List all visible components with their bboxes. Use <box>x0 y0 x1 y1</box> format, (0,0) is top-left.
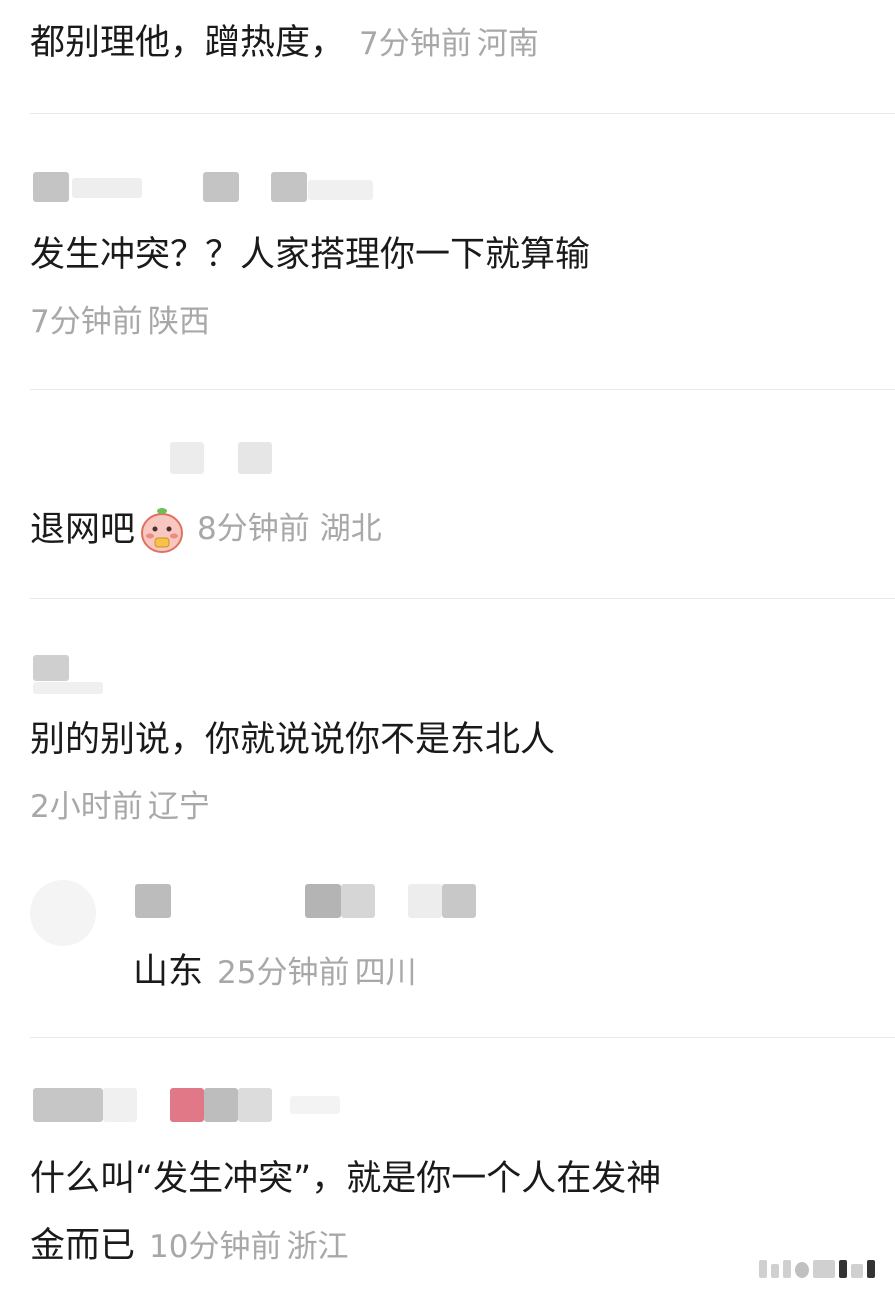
divider <box>30 1037 895 1038</box>
blurred-username <box>72 178 142 198</box>
comment-region: 浙江 <box>286 1229 349 1265</box>
comment-item: 都别理他，蹭热度， 7分钟前 河南 <box>30 22 539 64</box>
blurred-username <box>238 442 272 474</box>
cute-character-emoji <box>141 508 184 553</box>
blurred-username <box>103 1088 137 1122</box>
comment-region: 湖北 <box>319 511 382 548</box>
comment-time: 10分钟前 <box>149 1229 282 1265</box>
blurred-username <box>308 180 373 200</box>
blurred-username <box>170 1088 204 1122</box>
comment-time: 7分钟前 <box>359 26 472 62</box>
divider <box>30 389 895 390</box>
blurred-username <box>33 655 69 681</box>
comment-meta: 7分钟前 陕西 <box>30 304 210 341</box>
comment-time: 8分钟前 <box>197 511 310 548</box>
reply-text: 山东 <box>133 952 204 992</box>
divider <box>30 113 895 114</box>
comment-text: 都别理他，蹭热度， <box>30 23 346 63</box>
comment-text: 退网吧 <box>30 510 136 550</box>
blurred-username <box>33 1088 103 1122</box>
comment-meta: 2小时前 辽宁 <box>30 789 210 826</box>
reply-item: 山东 25分钟前 四川 <box>133 951 417 993</box>
comment-item: 退网吧 8分钟前 湖北 <box>30 505 382 555</box>
comment-text-line2: 金而已 <box>30 1226 136 1266</box>
blurred-username <box>442 884 476 918</box>
comment-text: 别的别说，你就说说你不是东北人 <box>30 720 556 760</box>
blurred-username <box>203 172 239 202</box>
comment-time: 2小时前 <box>30 789 143 825</box>
comment-region: 辽宁 <box>147 789 210 825</box>
blurred-username <box>33 682 103 694</box>
blurred-username <box>238 1088 272 1122</box>
comment-item: 金而已 10分钟前 浙江 <box>30 1225 349 1267</box>
comment-time: 7分钟前 <box>30 304 143 340</box>
blurred-username <box>408 884 442 918</box>
comment-region: 陕西 <box>147 304 210 340</box>
reply-time: 25分钟前 <box>217 955 350 991</box>
blurred-username <box>290 1096 340 1114</box>
comment-text: 什么叫“发生冲突”，就是你一个人在发神 <box>30 1159 662 1199</box>
blurred-username <box>204 1088 238 1122</box>
watermark <box>759 1256 875 1278</box>
avatar[interactable] <box>30 880 96 946</box>
blurred-username <box>33 172 69 202</box>
blurred-username <box>341 884 375 918</box>
comment-text: 发生冲突？？人家搭理你一下就算输 <box>30 235 591 275</box>
comment-region: 河南 <box>476 26 539 62</box>
blurred-username <box>271 172 307 202</box>
reply-region: 四川 <box>354 955 417 991</box>
blurred-username <box>135 884 171 918</box>
divider <box>30 598 895 599</box>
blurred-username <box>170 442 204 474</box>
blurred-username <box>305 884 341 918</box>
